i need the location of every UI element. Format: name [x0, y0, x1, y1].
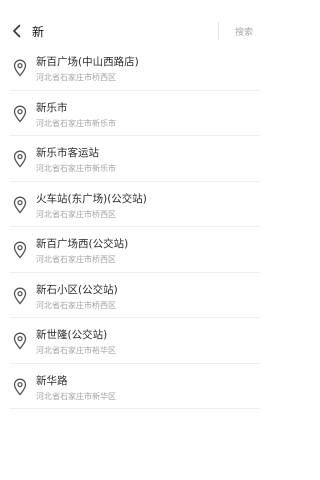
result-item[interactable]: 新乐市 河北省石家庄市新乐市 [0, 91, 270, 136]
header-divider [218, 22, 219, 40]
result-name: 新世隆(公交站) [36, 329, 108, 341]
location-pin-icon [13, 241, 27, 259]
result-item[interactable]: 新百广场西(公交站) 河北省石家庄市桥西区 [0, 227, 270, 273]
result-item[interactable]: 新石小区(公交站) 河北省石家庄市桥西区 [0, 273, 270, 318]
result-address: 河北省石家庄市桥西区 [36, 73, 116, 82]
result-name: 新华路 [36, 374, 68, 387]
row-divider [10, 408, 260, 409]
result-item[interactable]: 新百广场(中山西路店) 河北省石家庄市桥西区 [0, 45, 270, 91]
location-pin-icon [13, 150, 27, 168]
search-button[interactable]: 搜索 [224, 22, 264, 40]
location-pin-icon [13, 59, 27, 77]
search-input[interactable] [30, 19, 216, 43]
search-field-container [30, 19, 216, 43]
result-item[interactable]: 新世隆(公交站) 河北省石家庄市裕华区 [0, 318, 270, 364]
result-name: 新百广场(中山西路店) [36, 56, 139, 68]
result-address: 河北省石家庄市新华区 [36, 391, 116, 401]
result-name: 新乐市 [36, 101, 68, 114]
result-name: 新石小区(公交站) [36, 283, 118, 296]
result-item[interactable]: 新乐市客运站 河北省石家庄市新乐市 [0, 136, 270, 182]
location-pin-icon [13, 378, 27, 396]
location-pin-icon [13, 287, 27, 305]
app-screen: 搜索 新百广场(中山西路店) 河北省石家庄市桥西区 新乐市 河北省石家庄市新乐市 [0, 0, 270, 480]
chevron-left-icon[interactable] [8, 22, 26, 40]
location-pin-icon [13, 105, 27, 123]
result-address: 河北省石家庄市桥西区 [36, 209, 116, 219]
location-pin-icon [13, 332, 27, 350]
result-item[interactable]: 新华路 河北省石家庄市新华区 [0, 364, 270, 409]
search-results-list: 新百广场(中山西路店) 河北省石家庄市桥西区 新乐市 河北省石家庄市新乐市 新乐… [0, 45, 270, 409]
result-item[interactable]: 火车站(东广场)(公交站) 河北省石家庄市桥西区 [0, 182, 270, 227]
result-address: 河北省石家庄市新乐市 [36, 164, 116, 173]
result-address: 河北省石家庄市新乐市 [36, 118, 116, 128]
location-pin-icon [13, 196, 27, 214]
result-name: 新百广场西(公交站) [36, 238, 129, 250]
result-address: 河北省石家庄市裕华区 [36, 346, 116, 355]
result-address: 河北省石家庄市桥西区 [36, 255, 116, 264]
result-name: 新乐市客运站 [36, 147, 99, 159]
result-name: 火车站(东广场)(公交站) [36, 192, 147, 205]
result-address: 河北省石家庄市桥西区 [36, 300, 116, 310]
